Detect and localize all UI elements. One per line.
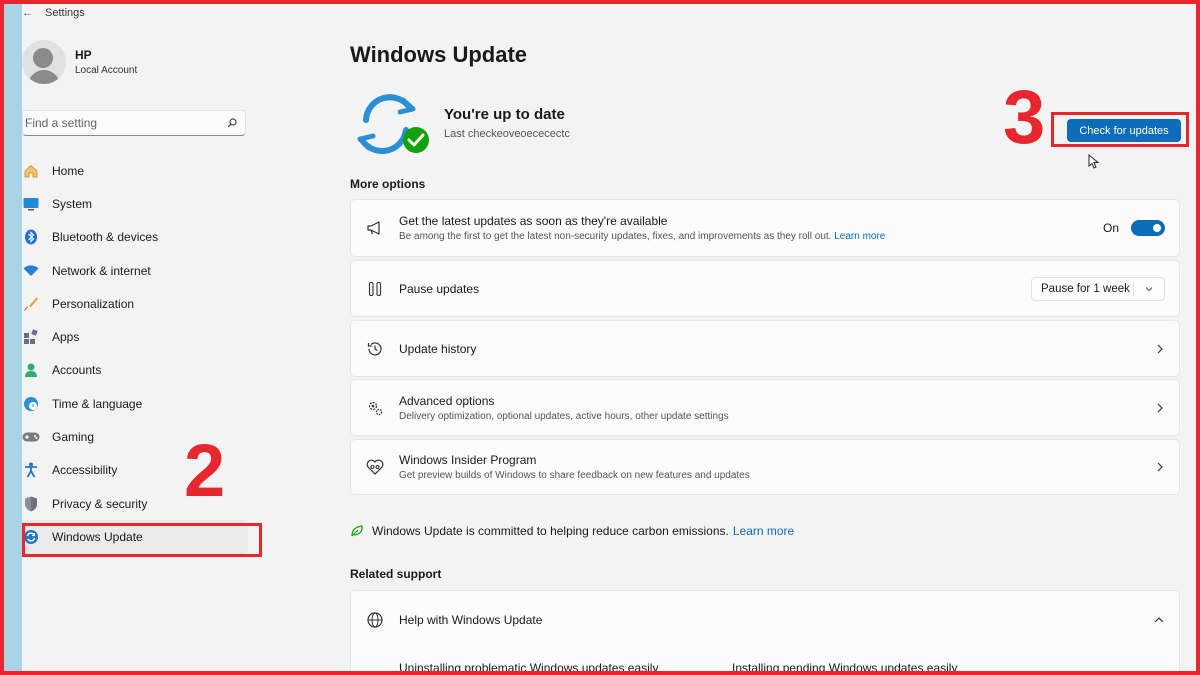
profile-account-type: Local Account — [75, 65, 138, 76]
sidebar-item-network[interactable]: Network & internet — [22, 254, 248, 287]
sidebar-item-label: Personalization — [52, 296, 135, 311]
avatar — [22, 40, 66, 84]
page-title: Windows Update — [350, 42, 528, 67]
pause-duration-dropdown[interactable]: Pause for 1 week — [1031, 276, 1165, 301]
chevron-right-icon — [1157, 344, 1163, 353]
sidebar-item-label: Time & language — [52, 396, 143, 411]
help-link[interactable]: Uninstalling problematic Windows updates… — [399, 661, 658, 675]
annotation-marker-3: 3 — [1003, 75, 1046, 160]
help-with-windows-update[interactable]: Help with Windows Update — [350, 590, 1180, 648]
gamepad-icon — [22, 428, 40, 446]
leaf-icon — [351, 525, 363, 537]
sidebar-item-time-language[interactable]: Time & language — [22, 387, 248, 420]
option-description: Delivery optimization, optional updates,… — [399, 410, 729, 422]
wifi-icon — [22, 262, 40, 280]
profile-name: HP — [75, 48, 92, 62]
option-advanced-options[interactable]: Advanced options Delivery optimization, … — [350, 379, 1180, 436]
sidebar-item-home[interactable]: Home — [22, 154, 248, 187]
carbon-learn-more-link[interactable]: Learn more — [733, 524, 794, 538]
help-links: Uninstalling problematic Windows updates… — [350, 648, 1180, 675]
option-pause-updates[interactable]: Pause updates Pause for 1 week — [350, 260, 1180, 317]
chevron-right-icon — [1157, 403, 1163, 412]
option-title: Get the latest updates as soon as they'r… — [399, 214, 668, 228]
search-input[interactable] — [25, 116, 227, 130]
accessibility-icon — [22, 461, 40, 479]
search-icon — [227, 118, 237, 128]
option-title: Advanced options — [399, 393, 495, 408]
option-latest-updates[interactable]: Get the latest updates as soon as they'r… — [350, 199, 1180, 257]
option-description: Get preview builds of Windows to share f… — [399, 470, 750, 481]
annotation-marker-2: 2 — [184, 429, 226, 512]
carbon-text: Windows Update is committed to helping r… — [372, 524, 729, 538]
mouse-cursor-icon — [1088, 154, 1100, 169]
update-status: You're up to date Last checkeoveoececect… — [356, 92, 596, 156]
learn-more-link[interactable]: Learn more — [834, 231, 885, 242]
sidebar-item-label: System — [52, 196, 93, 211]
sidebar-item-label: Accounts — [52, 363, 102, 378]
chevron-down-icon — [1145, 286, 1153, 291]
sidebar-item-label: Network & internet — [52, 263, 151, 278]
home-icon — [22, 162, 40, 180]
pause-duration-value: Pause for 1 week — [1041, 282, 1130, 295]
sidebar-item-label: Gaming — [52, 430, 95, 445]
back-button[interactable]: ← — [22, 7, 33, 19]
option-title: Pause updates — [399, 281, 480, 296]
gears-icon — [365, 398, 385, 418]
sidebar-item-personalization[interactable]: Personalization — [22, 287, 248, 320]
sync-check-icon — [357, 94, 429, 155]
megaphone-icon — [365, 218, 385, 238]
globe-icon — [365, 610, 385, 630]
more-options-heading: More options — [350, 177, 426, 191]
shield-icon — [22, 495, 40, 513]
history-icon — [365, 339, 385, 359]
related-support-heading: Related support — [350, 567, 442, 581]
toggle-state-label: On — [1102, 221, 1119, 235]
sidebar-item-system[interactable]: System — [22, 187, 248, 220]
annotation-box-windows-update — [22, 523, 262, 557]
window-title: Settings — [45, 7, 85, 19]
chevron-right-icon — [1157, 462, 1163, 472]
pause-icon — [365, 279, 385, 299]
sidebar-item-label: Accessibility — [52, 463, 118, 478]
latest-updates-toggle[interactable] — [1131, 220, 1165, 236]
carbon-notice: Windows Update is committed to helping r… — [350, 524, 794, 538]
status-title: You're up to date — [444, 106, 565, 123]
option-title: Windows Insider Program — [399, 453, 537, 467]
help-link[interactable]: Installing pending Windows updates easil… — [732, 661, 957, 675]
option-insider-program[interactable]: Windows Insider Program Get preview buil… — [350, 439, 1180, 495]
sidebar-item-accounts[interactable]: Accounts — [22, 354, 248, 387]
title-bar: ← Settings — [22, 6, 85, 20]
apps-icon — [22, 328, 40, 346]
user-profile[interactable]: HP Local Account — [22, 40, 137, 84]
sidebar-item-label: Apps — [52, 330, 80, 345]
help-title: Help with Windows Update — [399, 612, 543, 627]
brush-icon — [22, 295, 40, 313]
sidebar-item-label: Bluetooth & devices — [52, 230, 159, 245]
annotation-box-check-updates — [1051, 112, 1189, 147]
sidebar-item-bluetooth[interactable]: Bluetooth & devices — [22, 221, 248, 254]
status-last-checked: Last checkeoveoececectc — [444, 128, 570, 140]
sidebar-item-apps[interactable]: Apps — [22, 320, 248, 353]
chevron-up-icon — [1154, 616, 1164, 622]
option-title: Update history — [399, 341, 477, 356]
sidebar-item-label: Privacy & security — [52, 496, 148, 511]
bluetooth-icon — [22, 228, 40, 246]
accounts-icon — [22, 361, 40, 379]
sidebar-item-label: Home — [52, 163, 85, 178]
option-update-history[interactable]: Update history — [350, 320, 1180, 377]
search-box[interactable] — [22, 110, 246, 136]
globe-clock-icon — [22, 395, 40, 413]
system-icon — [22, 195, 40, 213]
insider-icon — [365, 457, 385, 477]
left-window-strip — [4, 4, 22, 671]
option-description: Be among the first to get the latest non… — [399, 231, 832, 242]
